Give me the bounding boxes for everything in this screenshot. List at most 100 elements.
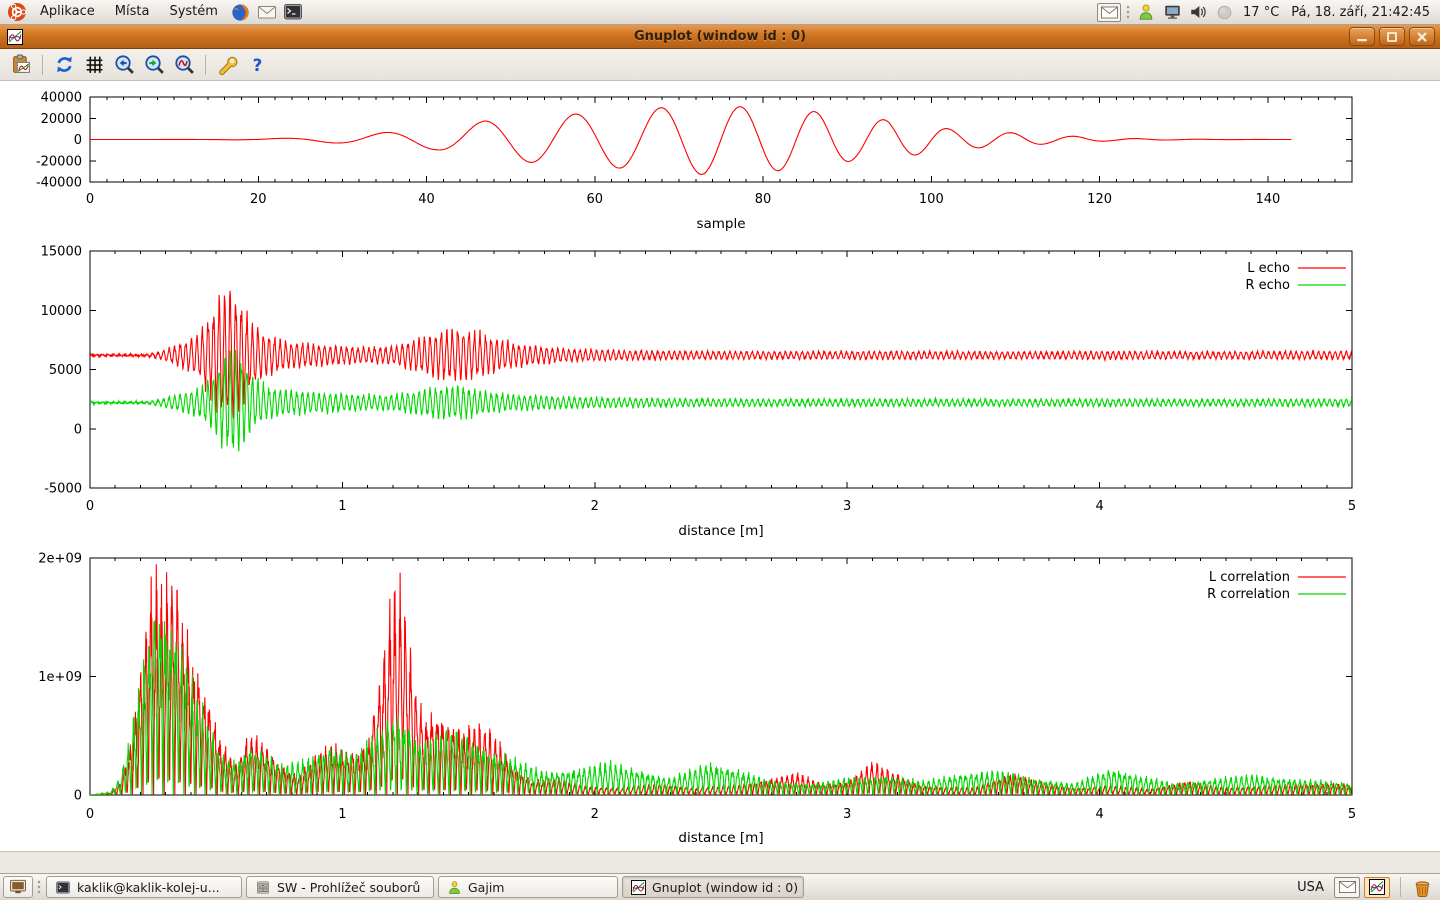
y-tick-label: -20000 (36, 154, 82, 169)
gajim-task-icon (447, 880, 462, 895)
copy-to-clipboard-button[interactable] (8, 52, 34, 78)
x-tick-label: 40 (418, 192, 435, 207)
y-tick-label: 2e+09 (38, 552, 82, 567)
task-gajim[interactable]: Gajim (438, 876, 618, 898)
task-label: Gajim (468, 880, 504, 895)
autoscale-button[interactable] (171, 52, 197, 78)
keyboard-layout-indicator[interactable]: USA (1297, 880, 1324, 895)
x-tick-label: 2 (591, 807, 599, 822)
x-tick-label: 140 (1255, 192, 1280, 207)
replot-button[interactable] (51, 52, 77, 78)
y-tick-label: 0 (74, 789, 82, 804)
volume-tray-icon[interactable] (1187, 1, 1209, 23)
grid-toggle-button[interactable] (81, 52, 107, 78)
gnuplot-tray-icon[interactable] (1364, 877, 1390, 898)
gajim-status-icon[interactable] (1135, 1, 1157, 23)
x-tick-label: 120 (1087, 192, 1112, 207)
toolbar-separator (42, 55, 43, 75)
titlebar[interactable]: Gnuplot (window id : 0) (0, 25, 1440, 49)
x-tick-label: 2 (591, 499, 599, 514)
task-terminal[interactable]: kaklik@kaklik-kolej-u... (46, 876, 242, 898)
weather-tray-icon[interactable] (1213, 1, 1235, 23)
x-tick-label: 100 (919, 192, 944, 207)
menu-places[interactable]: Místa (105, 0, 160, 24)
show-desktop-button[interactable] (3, 876, 33, 898)
tray-handle[interactable] (1126, 4, 1131, 20)
legend-label: L echo (1247, 261, 1290, 276)
task-gnuplot[interactable]: Gnuplot (window id : 0) (622, 876, 804, 898)
x-tick-label: 20 (250, 192, 267, 207)
zoom-next-button[interactable] (141, 52, 167, 78)
plot-sample-waveform[interactable]: 020406080100120140-40000-200000200004000… (0, 81, 1440, 240)
mail-launcher-icon[interactable] (256, 1, 278, 23)
settings-button[interactable] (214, 52, 240, 78)
legend-label: L correlation (1209, 570, 1290, 585)
gnome-top-panel: Aplikace Místa Systém 17 °C Pá, 18. z (0, 0, 1440, 25)
temperature-label: 17 °C (1243, 5, 1279, 20)
close-button[interactable] (1409, 27, 1435, 46)
x-axis-label: distance [m] (678, 830, 763, 846)
window-title: Gnuplot (window id : 0) (0, 29, 1440, 44)
series-line-signal (90, 107, 1291, 175)
file-manager-task-icon (255, 880, 271, 895)
menu-system[interactable]: Systém (159, 0, 227, 24)
task-file-manager[interactable]: SW - Prohlížeč souborů (246, 876, 434, 898)
minimize-button[interactable] (1349, 27, 1375, 46)
x-tick-label: 5 (1348, 499, 1356, 514)
y-tick-label: 40000 (41, 91, 82, 106)
clock-label[interactable]: Pá, 18. září, 21:42:45 (1291, 5, 1430, 20)
toolbar-separator (205, 55, 206, 75)
tasklist-handle[interactable] (37, 879, 42, 895)
y-tick-label: 10000 (41, 304, 82, 319)
plot-correlation[interactable]: 0 1 2 3 4 5 0 1e+09 2e+09 distance [m] L correlati… (0, 545, 1440, 851)
x-tick-label: 3 (843, 499, 851, 514)
gnuplot-canvas[interactable]: 020406080100120140-40000-200000200004000… (0, 81, 1440, 851)
x-tick-label: 80 (755, 192, 772, 207)
y-tick-label: 0 (74, 133, 82, 148)
x-tick-label: 5 (1348, 807, 1356, 822)
gnuplot-toolbar: ? (0, 49, 1440, 81)
maximize-button[interactable] (1379, 27, 1405, 46)
y-tick-label: -5000 (44, 482, 82, 497)
zoom-previous-button[interactable] (111, 52, 137, 78)
legend-label: R correlation (1207, 587, 1290, 602)
gnuplot-window: Gnuplot (window id : 0) (0, 25, 1440, 873)
task-label: kaklik@kaklik-kolej-u... (77, 880, 220, 895)
y-tick-label: 1e+09 (38, 670, 82, 685)
ubuntu-menu-icon[interactable] (6, 1, 28, 23)
series-line-l-correlation (90, 564, 1352, 795)
y-tick-label: 0 (74, 422, 82, 437)
x-tick-label: 4 (1095, 807, 1103, 822)
y-tick-label: 5000 (49, 363, 82, 378)
legend-label: R echo (1245, 278, 1290, 293)
menu-applications[interactable]: Aplikace (30, 0, 105, 24)
firefox-launcher-icon[interactable] (230, 1, 252, 23)
terminal-launcher-icon[interactable] (282, 1, 304, 23)
x-tick-label: 1 (338, 499, 346, 514)
task-label: Gnuplot (window id : 0) (652, 880, 798, 895)
display-tray-icon[interactable] (1161, 1, 1183, 23)
mail-tray-icon[interactable] (1334, 877, 1360, 898)
gnuplot-task-icon (631, 880, 646, 895)
tray-separator (1400, 877, 1401, 897)
x-tick-label: 4 (1095, 499, 1103, 514)
x-axis-label: sample (696, 216, 745, 232)
x-tick-label: 1 (338, 807, 346, 822)
x-axis-label: distance [m] (678, 523, 763, 539)
x-tick-label: 3 (843, 807, 851, 822)
plot-echo[interactable]: 0 1 2 3 4 5 -5000 0 5000 10000 15000 distance [m] L … (0, 240, 1440, 545)
svg-text:?: ? (252, 55, 262, 75)
x-tick-label: 0 (86, 807, 94, 822)
x-tick-label: 0 (86, 499, 94, 514)
terminal-task-icon (55, 880, 71, 895)
bottom-taskbar: kaklik@kaklik-kolej-u... SW - Prohlížeč … (0, 873, 1440, 900)
x-tick-label: 0 (86, 192, 94, 207)
mail-notification-icon[interactable] (1097, 3, 1121, 22)
trash-applet-icon[interactable] (1411, 876, 1433, 898)
task-label: SW - Prohlížeč souborů (277, 880, 420, 895)
y-tick-label: -40000 (36, 176, 82, 191)
x-tick-label: 60 (587, 192, 604, 207)
help-button[interactable]: ? (244, 52, 270, 78)
y-tick-label: 15000 (41, 245, 82, 260)
series-line-r-echo (90, 350, 1352, 451)
